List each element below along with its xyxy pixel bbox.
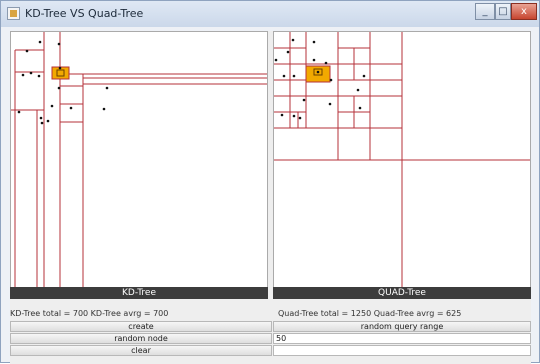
random-query-range-button[interactable]: random query range [273,321,531,332]
kd-node-point [40,121,44,125]
kd-node-point [21,73,25,77]
quad-query-range [305,65,331,83]
quad-tree-canvas[interactable] [273,31,531,289]
quad-node-point [356,88,360,92]
kd-node-point [102,107,106,111]
quad-node-point [329,78,333,82]
quad-node-point [274,58,278,62]
quad-node-point [280,113,284,117]
quad-node-point [362,74,366,78]
node-count-input[interactable]: 50 [273,333,531,344]
kd-node-point [57,42,61,46]
kd-tree-label: KD-Tree [10,287,268,299]
quad-node-point [286,50,290,54]
quad-node-point [312,40,316,44]
app-window: KD-Tree VS Quad-Tree _ □ x KD-Tree QUAD-… [0,0,540,364]
kd-tree-canvas[interactable] [10,31,268,289]
window-title: KD-Tree VS Quad-Tree [25,7,144,20]
kd-node-point [39,116,43,120]
quad-node-point [324,61,328,65]
close-button[interactable]: x [511,3,537,20]
empty-control-slot [273,345,531,356]
clear-button[interactable]: clear [10,345,272,356]
kd-node-point [105,86,109,90]
quad-node-point [302,98,306,102]
kd-node-point [69,106,73,110]
kd-tree-partitions [11,32,267,288]
kd-node-point [29,71,33,75]
kd-node-point [25,49,29,53]
quad-node-point [316,70,320,74]
client-area: KD-Tree QUAD-Tree KD-Tree total = 700 KD… [10,31,531,364]
title-bar[interactable]: KD-Tree VS Quad-Tree _ □ x [1,1,539,27]
quad-node-point [312,58,316,62]
create-button[interactable]: create [10,321,272,332]
random-node-button[interactable]: random node [10,333,272,344]
kd-node-point [17,110,21,114]
minimize-button[interactable]: _ [475,3,495,20]
quad-node-point [358,106,362,110]
quad-node-point [282,74,286,78]
quad-tree-label: QUAD-Tree [273,287,531,299]
kd-tree-stats: KD-Tree total = 700 KD-Tree avrg = 700 [10,309,169,318]
quad-node-point [292,74,296,78]
kd-node-point [57,86,61,90]
kd-node-point [38,40,42,44]
maximize-button[interactable]: □ [495,3,511,20]
quad-node-point [328,102,332,106]
quad-node-point [298,116,302,120]
app-icon [7,7,20,20]
quad-tree-stats: Quad-Tree total = 1250 Quad-Tree avrg = … [278,309,462,318]
quad-tree-partitions [274,32,530,288]
kd-node-point [46,119,50,123]
kd-node-point [58,66,62,70]
kd-node-point [50,104,54,108]
quad-node-point [291,38,295,42]
kd-node-point [37,74,41,78]
quad-node-point [292,114,296,118]
